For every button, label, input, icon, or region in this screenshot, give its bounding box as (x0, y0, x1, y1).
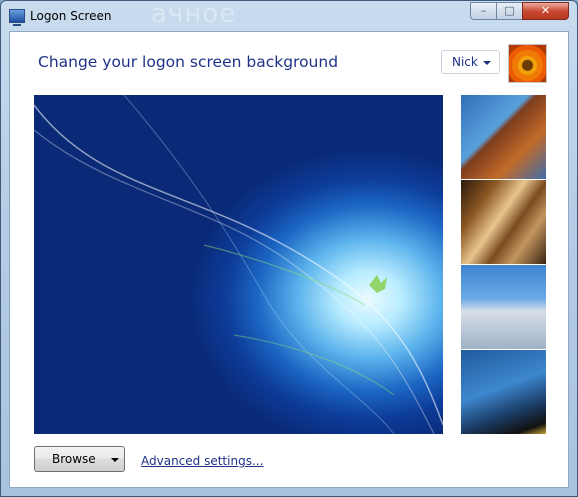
logon-screen-window: Logon Screen ачное – □ ✕ Change your log… (0, 0, 578, 497)
maximize-button[interactable]: □ (496, 2, 523, 20)
advanced-settings-link[interactable]: Advanced settings... (141, 454, 263, 468)
background-thumbnail-list (461, 95, 546, 434)
close-icon: ✕ (540, 4, 551, 17)
monitor-icon (9, 9, 25, 26)
swoosh-lines-decoration (34, 95, 443, 434)
chevron-down-icon (111, 458, 119, 462)
page-title: Change your logon screen background (38, 53, 339, 71)
thumbnail-curved-metal-sculpture[interactable] (461, 180, 546, 264)
background-preview (34, 95, 443, 434)
user-dropdown-label: Nick (452, 55, 478, 69)
title-bar[interactable]: Logon Screen ачное – □ ✕ (1, 1, 577, 31)
avatar (508, 44, 547, 83)
browse-button[interactable]: Browse (34, 446, 125, 472)
thumbnail-blue-building-overhang[interactable] (461, 350, 546, 434)
user-dropdown[interactable]: Nick (441, 50, 500, 74)
minimize-icon: – (480, 4, 487, 17)
thumbnail-white-curved-building[interactable] (461, 265, 546, 349)
window-title: Logon Screen (30, 9, 112, 23)
close-button[interactable]: ✕ (522, 2, 569, 20)
client-area: Change your logon screen background Nick (9, 31, 569, 488)
background-ghost-text: ачное (151, 0, 237, 29)
browse-button-label: Browse (52, 452, 96, 466)
chevron-down-icon (483, 61, 491, 65)
thumbnail-architecture-tower[interactable] (461, 95, 546, 179)
maximize-icon: □ (504, 4, 515, 17)
minimize-button[interactable]: – (470, 2, 497, 20)
